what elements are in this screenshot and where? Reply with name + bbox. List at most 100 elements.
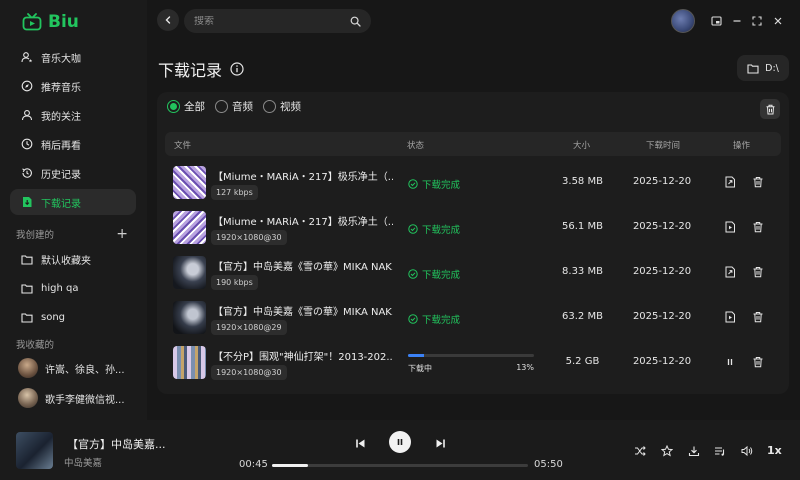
row-actions [724,176,764,188]
filter-all[interactable]: 全部 [167,99,205,114]
table-header: 文件 状态 大小 下载时间 操作 [165,132,781,156]
header-file: 文件 [174,141,192,151]
clear-all-button[interactable] [760,99,780,119]
search-bar [184,9,371,33]
app-name: Biu [48,12,79,32]
sidebar-nav: 音乐大咖 推荐音乐 我的关注 稍后再看 历史记录 下载记录 [10,44,136,218]
volume-icon [741,445,753,457]
folder-item-default[interactable]: 默认收藏夹 [10,246,136,272]
star-icon [661,445,673,457]
created-section-label: 我创建的 [16,230,55,241]
table-row: 【官方】中岛美嘉《雪の華》MIKA NAK... 190 kbps 下载完成 8… [165,254,781,296]
folder-label: song [41,311,66,323]
search-input[interactable] [194,15,334,27]
check-circle-icon [408,179,418,189]
sidebar-item-history[interactable]: 历史记录 [10,160,136,186]
user-star-icon [21,52,33,63]
close-button[interactable] [771,14,785,28]
status-done: 下载完成 [408,177,460,191]
playlist-button[interactable] [713,444,727,458]
trash-icon[interactable] [752,356,764,368]
favorites-list: 许嵩、徐良、孙... 歌手李健微信视... [10,355,136,415]
favorite-item[interactable]: 歌手李健微信视... [10,385,136,411]
row-actions [724,266,764,278]
now-playing-artist[interactable]: 中岛美嘉 [64,455,102,469]
filter-label: 音频 [232,101,253,113]
sidebar-item-downloads[interactable]: 下载记录 [10,189,136,215]
folder-icon [21,283,33,294]
header-size: 大小 [573,141,591,151]
user-avatar[interactable] [671,9,695,33]
filter-label: 全部 [184,101,205,113]
sidebar-item-label: 推荐音乐 [41,82,81,94]
back-button[interactable] [157,9,179,31]
search-icon[interactable] [350,16,361,27]
download-directory-button[interactable]: D:\ [737,55,789,81]
trash-icon[interactable] [752,176,764,188]
created-section-title: 我创建的 + [16,226,128,242]
sidebar-item-following[interactable]: 我的关注 [10,102,136,128]
now-playing-cover[interactable] [16,432,53,469]
table-row: 【官方】中岛美嘉《雪の華》MIKA NAK... 1920×1080@29 下载… [165,299,781,341]
sidebar-item-recommend[interactable]: 推荐音乐 [10,73,136,99]
page-title-text: 下载记录 [158,61,223,80]
playback-speed-button[interactable]: 1x [767,444,782,457]
folder-item-song[interactable]: song [10,304,136,330]
trash-icon[interactable] [752,266,764,278]
favorite-button[interactable] [660,444,674,458]
download-date: 2025-12-20 [632,221,692,232]
previous-button[interactable] [353,436,367,450]
header-ops: 操作 [733,141,751,151]
status-done: 下载完成 [408,312,460,326]
created-folder-list: 默认收藏夹 high qa song [10,246,136,333]
chevron-left-icon [165,16,171,24]
filter-audio[interactable]: 音频 [215,99,253,114]
file-title: 【Miume・MARiA・217】极乐净土（... [213,172,393,183]
mini-player-button[interactable] [709,14,723,28]
app-logo: Biu [22,12,79,32]
open-file-icon[interactable] [724,176,736,188]
maximize-button[interactable] [750,14,764,28]
clock-icon [21,138,33,150]
play-pause-button[interactable] [389,431,411,453]
volume-button[interactable] [740,444,754,458]
favorite-item[interactable]: 许嵩、徐良、孙... [10,355,136,381]
add-folder-icon[interactable]: + [116,226,128,242]
total-time: 05:50 [534,459,563,470]
folder-item-high-qa[interactable]: high qa [10,275,136,301]
favorites-section-label: 我收藏的 [16,340,55,351]
skip-next-icon [436,439,445,447]
info-icon[interactable] [230,62,244,76]
sidebar-item-label: 音乐大咖 [41,53,81,65]
shuffle-button[interactable] [633,444,647,458]
download-button[interactable] [687,444,701,458]
thumbnail [173,256,206,289]
quality-badge: 190 kbps [211,275,258,290]
close-icon [774,17,782,25]
favorite-label: 歌手李健微信视... [45,394,125,406]
sidebar-item-artists[interactable]: 音乐大咖 [10,44,136,70]
filter-video[interactable]: 视频 [263,99,301,114]
sidebar-item-watch-later[interactable]: 稍后再看 [10,131,136,157]
status-done: 下载完成 [408,222,460,236]
seek-bar[interactable] [272,464,528,467]
minimize-icon [733,20,741,22]
play-file-icon[interactable] [724,311,736,323]
trash-icon[interactable] [752,311,764,323]
next-button[interactable] [433,436,447,450]
play-file-icon[interactable] [724,221,736,233]
folder-icon [21,312,33,323]
open-file-icon[interactable] [724,266,736,278]
file-size: 8.33 MB [562,266,603,277]
trash-icon[interactable] [752,221,764,233]
filter-radio-group: 全部 音频 视频 [167,99,301,114]
radio-selected-icon [167,100,180,113]
now-playing-title[interactable]: 【官方】中岛美嘉... [67,436,166,452]
quality-badge: 127 kbps [211,185,258,200]
pause-icon[interactable] [724,356,736,368]
table-row: 【不分P】围观"神仙打架"！2013-202... 1920×1080@30 下… [165,344,781,386]
progress-percent: 13% [516,363,534,372]
favorite-avatar [18,358,38,378]
minimize-button[interactable] [730,14,744,28]
file-size: 56.1 MB [562,221,603,232]
